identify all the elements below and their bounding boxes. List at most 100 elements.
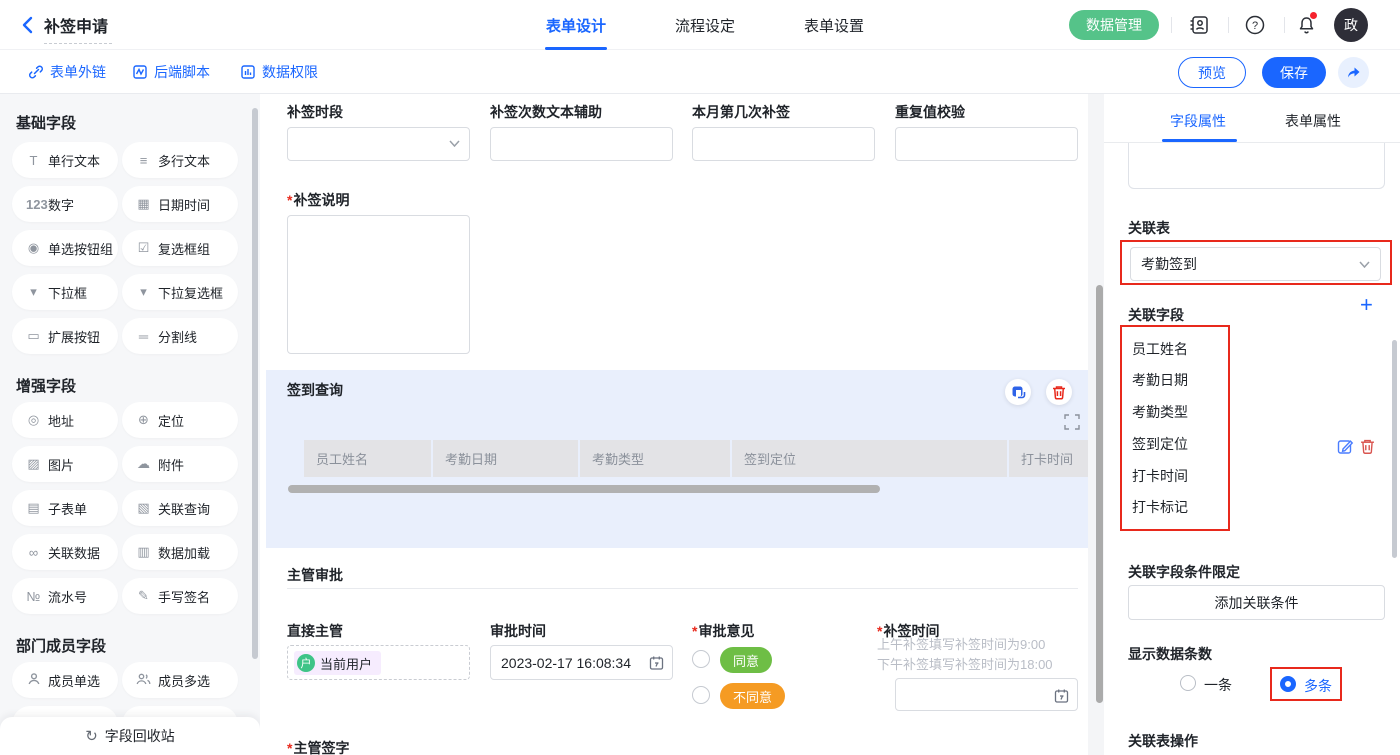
field-type-checkbox-group[interactable]: ☑复选框组 <box>122 230 238 266</box>
data-manage-button[interactable]: 数据管理 <box>1069 10 1159 40</box>
signature-icon: ✎ <box>136 588 151 604</box>
contacts-icon[interactable] <box>1188 14 1210 36</box>
canvas-scrollbar[interactable] <box>1096 285 1103 703</box>
property-panel: 字段属性 表单属性 关联表 考勤签到 关联字段 + 员工姓名 考勤日期 考勤类型… <box>1104 94 1400 755</box>
related-field-item[interactable]: 签到定位 <box>1132 434 1188 454</box>
related-field-item[interactable]: 打卡时间 <box>1132 466 1188 486</box>
calendar-icon <box>1054 688 1069 709</box>
preview-button[interactable]: 预览 <box>1178 57 1246 88</box>
condition-label: 关联字段条件限定 <box>1128 562 1240 582</box>
month-count-input[interactable] <box>692 127 875 161</box>
related-data-icon: ∞ <box>26 545 41 560</box>
resign-time-input[interactable] <box>895 678 1078 711</box>
form-title[interactable]: 补签申请 <box>44 13 112 44</box>
external-link-label: 表单外链 <box>50 62 106 82</box>
field-type-number[interactable]: 123数字 <box>12 186 118 222</box>
signin-query-section[interactable]: 签到查询 员工姓名 考勤日期 考勤类型 签到定位 打卡时间 <box>266 370 1088 548</box>
sidebar-scrollbar[interactable] <box>252 108 258 659</box>
tab-form-design[interactable]: 表单设计 <box>545 15 607 36</box>
approval-section-title: 主管审批 <box>287 565 343 585</box>
field-type-member-single[interactable]: 成员单选 <box>12 662 118 698</box>
address-icon: ◎ <box>26 412 41 428</box>
direct-manager-field[interactable]: 户 当前用户 <box>287 645 470 680</box>
related-field-item[interactable]: 员工姓名 <box>1132 339 1188 359</box>
script-icon <box>132 64 148 80</box>
field-label: 补签次数文本辅助 <box>490 102 602 122</box>
column-header: 打卡时间 <box>1009 440 1088 477</box>
radio-multi-row-label[interactable]: 多条 <box>1304 676 1332 696</box>
signin-query-title: 签到查询 <box>287 380 343 400</box>
opinion-radio-agree[interactable] <box>692 650 710 668</box>
tab-form-setting[interactable]: 表单设置 <box>803 15 865 36</box>
field-type-attachment[interactable]: ☁附件 <box>122 446 238 482</box>
notification-dot <box>1310 12 1317 19</box>
field-type-location[interactable]: ⊕定位 <box>122 402 238 438</box>
field-type-single-line-text[interactable]: T单行文本 <box>12 142 118 178</box>
tab-field-properties[interactable]: 字段属性 <box>1170 111 1226 131</box>
field-recycle-bin[interactable]: ↻ 字段回收站 <box>0 717 260 755</box>
share-arrow-icon <box>1345 64 1362 81</box>
field-type-related-query[interactable]: ▧关联查询 <box>122 490 238 526</box>
backend-script-button[interactable]: 后端脚本 <box>132 50 210 94</box>
field-type-address[interactable]: ◎地址 <box>12 402 118 438</box>
svg-text:?: ? <box>1252 20 1258 32</box>
delete-field-button[interactable] <box>1046 379 1072 405</box>
resign-period-select[interactable] <box>287 127 470 161</box>
duplicate-check-input[interactable] <box>895 127 1078 161</box>
help-icon[interactable]: ? <box>1244 14 1266 36</box>
back-icon[interactable] <box>18 14 40 36</box>
approve-time-input[interactable]: 2023-02-17 16:08:34 <box>490 645 673 680</box>
tab-form-properties[interactable]: 表单属性 <box>1285 111 1341 131</box>
field-type-image[interactable]: ▨图片 <box>12 446 118 482</box>
add-condition-button[interactable]: 添加关联条件 <box>1128 585 1385 620</box>
delete-icon[interactable] <box>1360 438 1375 455</box>
field-type-related-data[interactable]: ∞关联数据 <box>12 534 118 570</box>
agree-pill[interactable]: 同意 <box>720 647 772 673</box>
copy-icon <box>1011 385 1026 400</box>
panel-scrollbar[interactable] <box>1392 340 1397 558</box>
field-type-multi-dropdown[interactable]: ▾下拉复选框 <box>122 274 238 310</box>
field-type-extend-button[interactable]: ▭扩展按钮 <box>12 318 118 354</box>
divider-icon: ═ <box>136 329 151 344</box>
field-type-radio-group[interactable]: ◉单选按钮组 <box>12 230 118 266</box>
resign-time-hint: 下午补签填写补签时间为18:00 <box>877 654 1053 673</box>
radio-single-row[interactable] <box>1180 675 1196 691</box>
field-type-serial-number[interactable]: №流水号 <box>12 578 118 614</box>
data-permission-button[interactable]: 数据权限 <box>240 50 318 94</box>
field-type-datetime[interactable]: ▦日期时间 <box>122 186 238 222</box>
related-field-item[interactable]: 打卡标记 <box>1132 497 1188 517</box>
copy-field-button[interactable] <box>1005 379 1031 405</box>
partial-input-box[interactable] <box>1128 143 1385 189</box>
field-type-member-multi[interactable]: 成员多选 <box>122 662 238 698</box>
field-type-dropdown[interactable]: ▾下拉框 <box>12 274 118 310</box>
opinion-radio-reject[interactable] <box>692 686 710 704</box>
related-field-item[interactable]: 考勤类型 <box>1132 402 1188 422</box>
tab-flow-setting[interactable]: 流程设定 <box>674 15 736 36</box>
recycle-icon: ↻ <box>85 727 98 745</box>
delete-icon <box>1052 385 1066 400</box>
add-field-icon[interactable]: + <box>1360 294 1373 316</box>
field-type-multi-line-text[interactable]: ≡多行文本 <box>122 142 238 178</box>
expand-icon[interactable] <box>1064 414 1080 430</box>
radio-single-row-label[interactable]: 一条 <box>1204 675 1232 695</box>
share-button[interactable] <box>1338 57 1369 88</box>
resign-count-input[interactable] <box>490 127 673 161</box>
field-type-subform[interactable]: ▤子表单 <box>12 490 118 526</box>
current-user-tag[interactable]: 户 当前用户 <box>294 651 381 675</box>
save-button[interactable]: 保存 <box>1262 57 1326 88</box>
radio-multi-row[interactable] <box>1280 676 1296 692</box>
number-icon: 123 <box>26 197 41 212</box>
reject-pill[interactable]: 不同意 <box>720 683 785 709</box>
table-horizontal-scrollbar[interactable] <box>288 485 880 493</box>
avatar[interactable]: 政 <box>1334 8 1368 42</box>
related-table-select[interactable]: 考勤签到 <box>1130 247 1381 281</box>
edit-icon[interactable] <box>1337 438 1354 455</box>
remark-textarea[interactable] <box>287 215 470 354</box>
field-type-signature[interactable]: ✎手写签名 <box>122 578 238 614</box>
field-type-data-load[interactable]: ▥数据加载 <box>122 534 238 570</box>
related-field-item[interactable]: 考勤日期 <box>1132 370 1188 390</box>
field-type-divider[interactable]: ═分割线 <box>122 318 238 354</box>
member-single-icon <box>26 672 41 689</box>
external-link-button[interactable]: 表单外链 <box>28 50 106 94</box>
multi-line-text-icon: ≡ <box>136 153 151 168</box>
